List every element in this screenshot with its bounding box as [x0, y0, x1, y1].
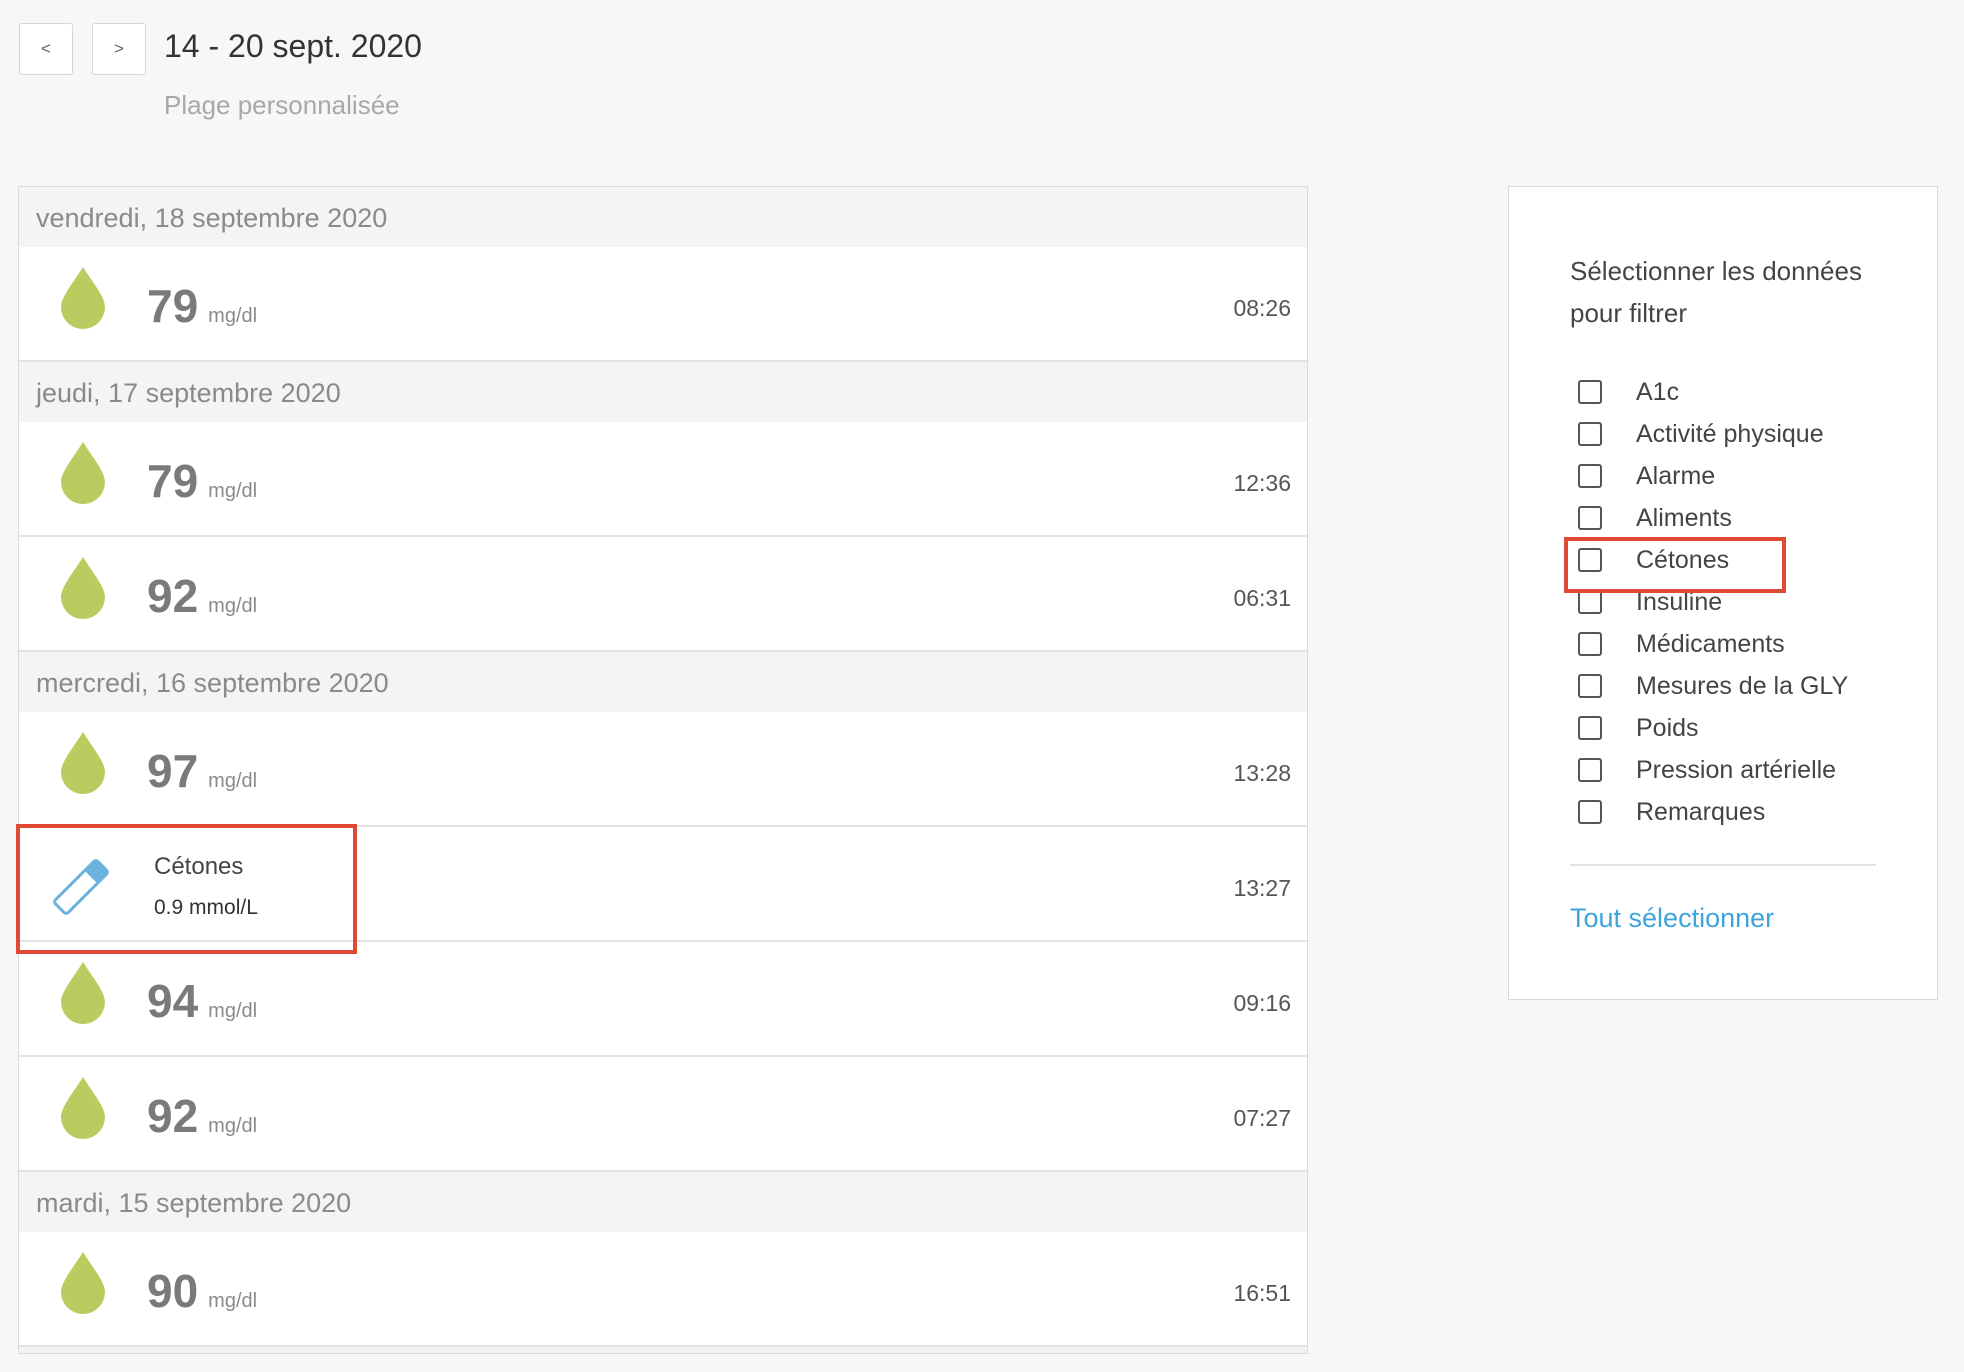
filter-option-label: Alarme	[1636, 461, 1716, 490]
glucose-unit: mg/dl	[208, 1290, 258, 1312]
filter-title: Sélectionner les données pour filtrer	[1570, 256, 1862, 328]
drop-icon	[61, 962, 105, 1024]
drop-icon	[61, 1252, 105, 1314]
checkbox-icon[interactable]	[1578, 758, 1602, 782]
checkbox-icon[interactable]	[1578, 548, 1602, 572]
glucose-reading: 79 mg/dl	[147, 279, 257, 333]
filter-option-activite-physique[interactable]: Activité physique	[1570, 413, 1848, 455]
drop-icon	[61, 1077, 105, 1139]
glucose-entry[interactable]: 79 mg/dl 12:36	[19, 422, 1307, 537]
glucose-value: 92	[147, 1090, 199, 1142]
drop-icon	[61, 557, 105, 619]
glucose-reading: 92 mg/dl	[147, 1089, 257, 1143]
ketone-title: Cétones	[154, 853, 244, 880]
entry-time: 09:16	[1233, 990, 1291, 1016]
filter-option-label: Poids	[1636, 713, 1699, 742]
select-all-link[interactable]: Tout sélectionner	[1570, 903, 1774, 934]
checkbox-icon[interactable]	[1578, 380, 1602, 404]
glucose-reading: 94 mg/dl	[147, 974, 257, 1028]
glucose-value: 92	[147, 570, 199, 622]
checkbox-icon[interactable]	[1578, 716, 1602, 740]
checkbox-icon[interactable]	[1578, 506, 1602, 530]
filter-list: A1c Activité physique Alarme Aliments Cé…	[1570, 371, 1848, 833]
glucose-unit: mg/dl	[208, 1000, 258, 1022]
logbook-list: vendredi, 18 septembre 2020 79 mg/dl 08:2…	[18, 186, 1308, 1354]
glucose-value: 79	[147, 280, 199, 332]
filter-option-medicaments[interactable]: Médicaments	[1570, 623, 1848, 665]
glucose-entry[interactable]: 94 mg/dl 09:16	[19, 942, 1307, 1057]
glucose-value: 79	[147, 455, 199, 507]
filter-option-label: Cétones	[1636, 545, 1730, 574]
filter-option-pression-arterielle[interactable]: Pression artérielle	[1570, 749, 1848, 791]
checkbox-icon[interactable]	[1578, 422, 1602, 446]
filter-option-label: Médicaments	[1636, 629, 1785, 658]
filter-option-insuline[interactable]: Insuline	[1570, 581, 1848, 623]
glucose-value: 94	[147, 975, 199, 1027]
glucose-unit: mg/dl	[208, 1115, 258, 1137]
filter-option-alarme[interactable]: Alarme	[1570, 455, 1848, 497]
glucose-value: 90	[147, 1265, 199, 1317]
glucose-value: 97	[147, 745, 199, 797]
glucose-entry[interactable]: 92 mg/dl 06:31	[19, 537, 1307, 652]
filter-option-label: Pression artérielle	[1636, 755, 1837, 784]
checkbox-icon[interactable]	[1578, 800, 1602, 824]
day-header: jeudi, 17 septembre 2020	[19, 362, 1307, 422]
filter-option-label: Insuline	[1636, 587, 1723, 616]
checkbox-icon[interactable]	[1578, 674, 1602, 698]
glucose-reading: 79 mg/dl	[147, 454, 257, 508]
glucose-unit: mg/dl	[208, 595, 258, 617]
glucose-entry[interactable]: 79 mg/dl 08:26	[19, 247, 1307, 362]
glucose-unit: mg/dl	[208, 770, 258, 792]
ketone-strip-icon	[53, 859, 109, 915]
day-header: vendredi, 18 septembre 2020	[19, 187, 1307, 247]
day-header: mercredi, 16 septembre 2020	[19, 652, 1307, 712]
filter-option-remarques[interactable]: Remarques	[1570, 791, 1848, 833]
date-range-title: 14 - 20 sept. 2020	[164, 28, 422, 64]
entry-time: 07:27	[1233, 1105, 1291, 1131]
entry-time: 13:27	[1233, 875, 1291, 901]
filter-option-cetones[interactable]: Cétones	[1570, 539, 1848, 581]
filter-option-label: Activité physique	[1636, 419, 1824, 448]
filter-option-poids[interactable]: Poids	[1570, 707, 1848, 749]
prev-week-button[interactable]: <	[19, 23, 73, 75]
glucose-unit: mg/dl	[208, 305, 258, 327]
ketone-entry[interactable]: Cétones 0.9 mmol/L 13:27	[19, 827, 1307, 942]
filter-option-mesures-gly[interactable]: Mesures de la GLY	[1570, 665, 1848, 707]
filter-panel: Sélectionner les données pour filtrer A1…	[1508, 186, 1938, 1000]
filter-option-label: Aliments	[1636, 503, 1732, 532]
entry-time: 13:28	[1233, 760, 1291, 786]
filter-divider	[1570, 864, 1876, 866]
drop-icon	[61, 732, 105, 794]
filter-option-label: Mesures de la GLY	[1636, 671, 1849, 700]
glucose-entry[interactable]: 92 mg/dl 07:27	[19, 1057, 1307, 1172]
day-header: mardi, 15 septembre 2020	[19, 1172, 1307, 1232]
checkbox-icon[interactable]	[1578, 590, 1602, 614]
glucose-reading: 92 mg/dl	[147, 569, 257, 623]
filter-option-label: Remarques	[1636, 797, 1766, 826]
glucose-entry[interactable]: 97 mg/dl 13:28	[19, 712, 1307, 827]
glucose-reading: 97 mg/dl	[147, 744, 257, 798]
ketone-value: 0.9 mmol/L	[154, 896, 258, 919]
entry-time: 06:31	[1233, 585, 1291, 611]
next-week-button[interactable]: >	[92, 23, 146, 75]
filter-option-label: A1c	[1636, 377, 1680, 406]
entry-time: 16:51	[1233, 1280, 1291, 1306]
drop-icon	[61, 442, 105, 504]
checkbox-icon[interactable]	[1578, 632, 1602, 656]
checkbox-icon[interactable]	[1578, 464, 1602, 488]
glucose-entry[interactable]: 90 mg/dl 16:51	[19, 1232, 1307, 1347]
glucose-unit: mg/dl	[208, 480, 258, 502]
entry-time: 08:26	[1233, 295, 1291, 321]
range-type-label: Plage personnalisée	[164, 90, 400, 120]
filter-option-a1c[interactable]: A1c	[1570, 371, 1848, 413]
glucose-reading: 90 mg/dl	[147, 1264, 257, 1318]
entry-time: 12:36	[1233, 470, 1291, 496]
filter-option-aliments[interactable]: Aliments	[1570, 497, 1848, 539]
drop-icon	[61, 267, 105, 329]
